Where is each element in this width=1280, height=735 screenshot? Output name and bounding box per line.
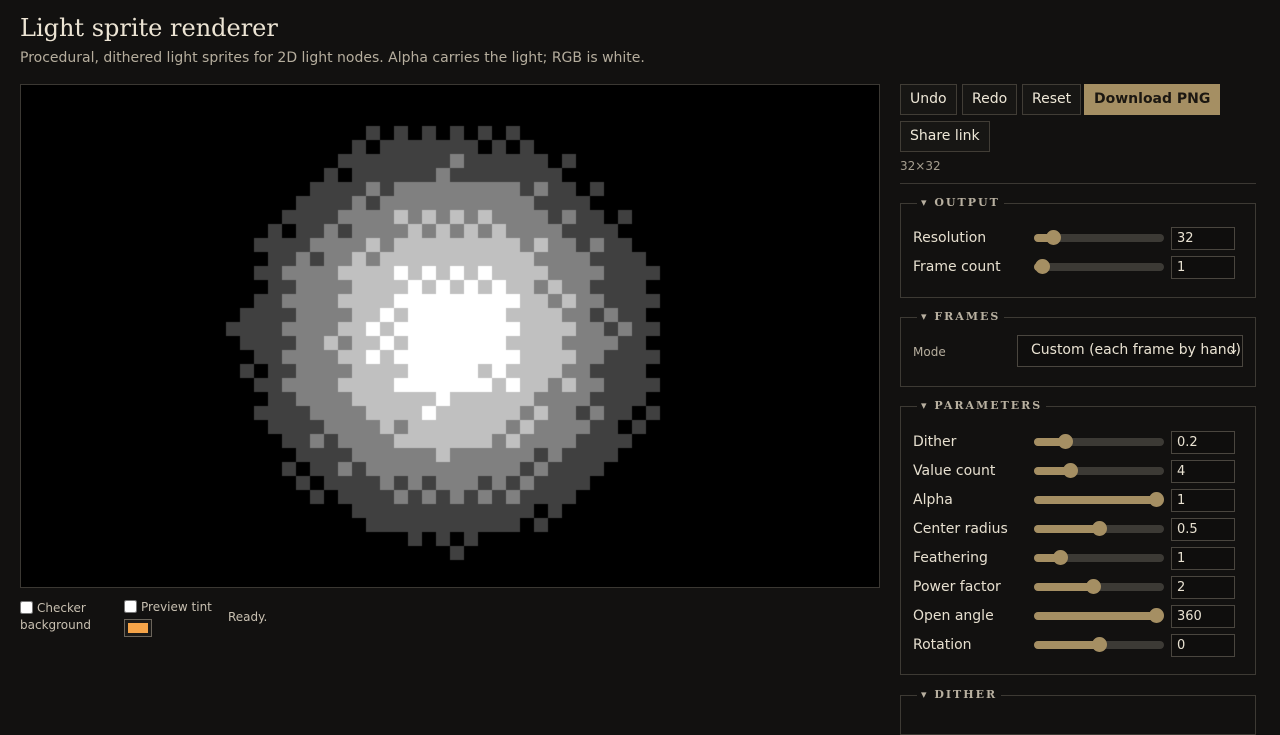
feathering-control: Feathering 1: [913, 547, 1247, 571]
dither-control: Dither 0.2: [913, 431, 1247, 455]
alpha-input[interactable]: 1: [1171, 489, 1235, 512]
alpha-label: Alpha: [913, 492, 953, 508]
output-section-title[interactable]: ▾ OUTPUT: [917, 196, 1004, 209]
power-factor-input[interactable]: 2: [1171, 576, 1235, 599]
frame-count-control: Frame count 1: [913, 256, 1247, 280]
power-factor-slider[interactable]: [1034, 579, 1164, 594]
mode-select[interactable]: Custom (each frame by hand) ⌄: [1017, 335, 1243, 367]
status-text: Ready.: [228, 610, 268, 624]
value-count-slider[interactable]: [1034, 463, 1164, 478]
frames-section: ▾ FRAMES Mode Custom (each frame by hand…: [900, 310, 1256, 387]
center-radius-label: Center radius: [913, 521, 1008, 537]
dither-slider[interactable]: [1034, 434, 1164, 449]
undo-button[interactable]: Undo: [900, 84, 957, 115]
open-angle-slider[interactable]: [1034, 608, 1165, 623]
preview-tint-label: Preview tint: [141, 600, 212, 614]
open-angle-control: Open angle 360: [913, 605, 1247, 629]
preview-tint-checkbox[interactable]: [124, 600, 137, 613]
mode-selected-value: Custom (each frame by hand): [1031, 342, 1242, 358]
dither-label: Dither: [913, 434, 957, 450]
frame-count-label: Frame count: [913, 259, 1001, 275]
frame-count-slider[interactable]: [1034, 259, 1164, 274]
divider: [900, 183, 1256, 184]
power-factor-label: Power factor: [913, 579, 1001, 595]
mode-label: Mode: [913, 345, 946, 359]
light-sprite-image: [21, 85, 879, 587]
feathering-input[interactable]: 1: [1171, 547, 1235, 570]
sprite-preview-canvas: [20, 84, 880, 588]
feathering-slider[interactable]: [1034, 550, 1164, 565]
dither-section-title[interactable]: ▾ DITHER: [917, 688, 1002, 701]
tint-color-swatch: [128, 623, 148, 633]
sprite-dimensions: 32×32: [900, 159, 941, 173]
tint-color-picker[interactable]: [124, 619, 152, 637]
reset-button[interactable]: Reset: [1022, 84, 1082, 115]
frame-count-input[interactable]: 1: [1171, 256, 1235, 279]
share-link-button[interactable]: Share link: [900, 121, 990, 152]
page-title: Light sprite renderer: [20, 14, 278, 42]
rotation-input[interactable]: 0: [1171, 634, 1235, 657]
parameters-section: ▾ PARAMETERS Dither 0.2 Value count 4 Al…: [900, 399, 1256, 675]
page-subtitle: Procedural, dithered light sprites for 2…: [20, 50, 645, 66]
frames-section-title[interactable]: ▾ FRAMES: [917, 310, 1005, 323]
checker-background-option[interactable]: Checker background: [20, 600, 110, 634]
resolution-control: Resolution 32: [913, 227, 1247, 251]
alpha-control: Alpha 1: [913, 489, 1247, 513]
download-png-button[interactable]: Download PNG: [1084, 84, 1221, 115]
center-radius-input[interactable]: 0.5: [1171, 518, 1235, 541]
redo-button[interactable]: Redo: [962, 84, 1018, 115]
value-count-control: Value count 4: [913, 460, 1247, 484]
value-count-input[interactable]: 4: [1171, 460, 1235, 483]
preview-tint-option[interactable]: Preview tint: [124, 600, 234, 614]
rotation-label: Rotation: [913, 637, 972, 653]
resolution-label: Resolution: [913, 230, 987, 246]
open-angle-input[interactable]: 360: [1171, 605, 1235, 628]
alpha-slider[interactable]: [1034, 492, 1165, 507]
output-section: ▾ OUTPUT Resolution 32 Frame count 1: [900, 196, 1256, 298]
rotation-slider[interactable]: [1034, 637, 1164, 652]
rotation-control: Rotation 0: [913, 634, 1247, 658]
center-radius-control: Center radius 0.5: [913, 518, 1247, 542]
open-angle-label: Open angle: [913, 608, 994, 624]
value-count-label: Value count: [913, 463, 996, 479]
resolution-input[interactable]: 32: [1171, 227, 1235, 250]
dither-input[interactable]: 0.2: [1171, 431, 1235, 454]
feathering-label: Feathering: [913, 550, 988, 566]
resolution-slider[interactable]: [1034, 230, 1164, 245]
checker-background-checkbox[interactable]: [20, 601, 33, 614]
parameters-section-title[interactable]: ▾ PARAMETERS: [917, 399, 1047, 412]
dither-section: ▾ DITHER: [900, 688, 1256, 735]
chevron-down-icon: ⌄: [1228, 342, 1239, 357]
center-radius-slider[interactable]: [1034, 521, 1164, 536]
power-factor-control: Power factor 2: [913, 576, 1247, 600]
